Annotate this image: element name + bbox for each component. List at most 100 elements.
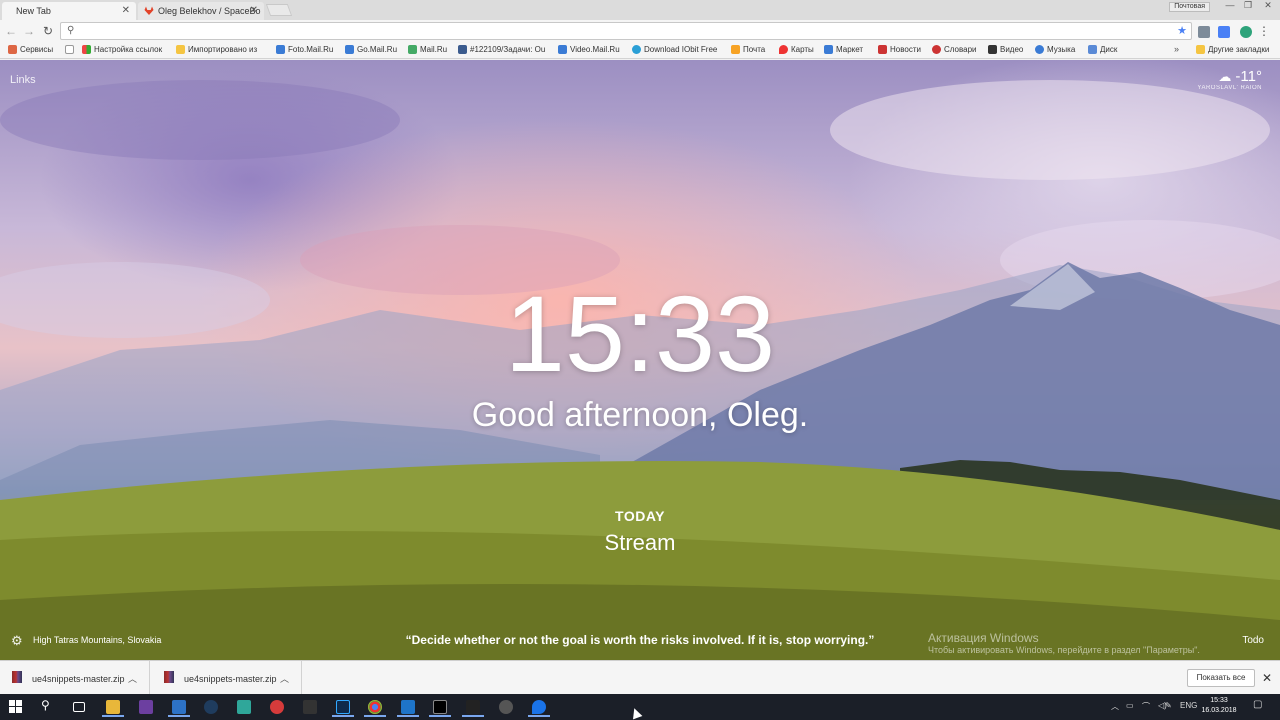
taskbar-app[interactable] [168, 697, 190, 717]
windows-activation-watermark: Активация Windows Чтобы активировать Win… [928, 631, 1200, 655]
unity-icon [499, 700, 513, 714]
close-icon[interactable]: ✕ [250, 5, 258, 16]
language-indicator[interactable]: ENG [1180, 701, 1197, 710]
taskbar-photoshop[interactable] [332, 697, 354, 717]
restore-icon[interactable]: ❐ [1240, 0, 1256, 11]
momentum-icon[interactable] [1240, 26, 1252, 38]
bookmark-item[interactable]: Музыка [1035, 45, 1075, 54]
close-icon[interactable]: ✕ [122, 5, 130, 16]
translate-icon[interactable] [1218, 26, 1230, 38]
tab-title: Oleg Belekhov / SpaceBo [158, 6, 261, 16]
bookmark-item[interactable]: Mail.Ru [408, 45, 447, 54]
gear-icon[interactable]: ⚙ [11, 633, 23, 649]
weather-temp: -11° [1235, 68, 1262, 85]
notifications-icon[interactable]: ▢ [1253, 699, 1262, 710]
bookmark-item[interactable]: Сервисы [8, 45, 53, 54]
links-button[interactable]: Links [10, 74, 36, 86]
taskbar-explorer[interactable] [102, 697, 124, 717]
vscode-icon [401, 700, 415, 714]
toolbar: ← → ↻ ⚲ ★ [0, 20, 1280, 42]
menu-icon[interactable]: ⋮ [1258, 24, 1270, 38]
task-view-button[interactable] [69, 697, 91, 717]
new-tab-button[interactable] [265, 4, 293, 16]
photoshop-icon [336, 700, 350, 714]
taskbar-epic-games[interactable] [299, 697, 321, 717]
tab-spacebo[interactable]: Oleg Belekhov / SpaceBo ✕ [138, 2, 264, 20]
taskbar-clock[interactable]: 15:33 16.03.2018 [1198, 696, 1240, 716]
bookmark-item[interactable]: Настройка ссылок [82, 45, 162, 54]
pen-icon[interactable]: ✎ [1165, 701, 1172, 710]
gitlab-icon [144, 6, 154, 16]
bookmark-item[interactable]: Маркет [824, 45, 863, 54]
focus-item[interactable]: Stream [0, 530, 1280, 556]
reload-icon[interactable]: ↻ [41, 24, 55, 38]
address-input[interactable] [83, 24, 1163, 38]
search-button[interactable]: ⚲ [37, 697, 59, 717]
weather-widget[interactable]: ☁ -11° YAROSLAVL' RAION [1197, 68, 1262, 91]
taskbar-chrome[interactable] [364, 697, 386, 717]
tab-new-tab[interactable]: New Tab ✕ [2, 2, 136, 20]
minimize-icon[interactable]: — [1222, 0, 1238, 10]
profile-button[interactable]: Почтовая [1169, 2, 1210, 12]
today-label: TODAY [615, 508, 665, 524]
epic-games-icon [466, 700, 480, 714]
download-item[interactable]: ue4snippets-master.zip ︿ [0, 661, 150, 695]
bookmark-item[interactable]: Видео [988, 45, 1023, 54]
bookmark-item[interactable]: Карты [779, 45, 814, 54]
taskbar-app[interactable] [233, 697, 255, 717]
taskbar-time: 15:33 [1210, 697, 1228, 704]
bookmark-item[interactable]: Go.Mail.Ru [345, 45, 397, 54]
greeting: Good afternoon, Oleg. [471, 396, 809, 434]
photo-location[interactable]: High Tatras Mountains, Slovakia [33, 635, 161, 645]
momentum-dashboard: Links ☁ -11° YAROSLAVL' RAION 15:33 Good … [0, 60, 1280, 660]
start-button[interactable] [5, 697, 27, 717]
bookmark-item[interactable]: Почта [731, 45, 765, 54]
forward-icon[interactable]: → [22, 24, 36, 38]
taskbar-app[interactable] [266, 697, 288, 717]
taskbar-date: 16.03.2018 [1201, 707, 1237, 714]
app-icon [237, 700, 251, 714]
other-bookmarks[interactable]: Другие закладки [1196, 45, 1269, 54]
show-all-downloads-button[interactable]: Показать все [1187, 669, 1255, 687]
download-item[interactable]: ue4snippets-master.zip ︿ [152, 661, 302, 695]
back-icon[interactable]: ← [4, 24, 18, 38]
taskbar-terminal[interactable] [429, 697, 451, 717]
taskbar-maps[interactable] [528, 697, 550, 717]
taskbar-steam[interactable] [200, 697, 222, 717]
todo-button[interactable]: Todo [1242, 635, 1264, 646]
taskbar-vscode[interactable] [397, 697, 419, 717]
tab-strip: New Tab ✕ Oleg Belekhov / SpaceBo ✕ Почт… [0, 0, 1280, 20]
bookmark-item[interactable]: Foto.Mail.Ru [276, 45, 333, 54]
bookmark-item[interactable]: Импортировано из [176, 45, 257, 54]
archive-icon [164, 671, 174, 683]
chevron-up-icon[interactable]: ︿ [280, 672, 289, 685]
bookmark-star-icon[interactable]: ★ [1177, 24, 1187, 37]
bookmark-item[interactable]: Словари [932, 45, 977, 54]
app-icon [172, 700, 186, 714]
more-bookmarks-icon[interactable]: » [1174, 44, 1179, 54]
windows-icon [9, 700, 22, 713]
bookmark-item[interactable]: Диск [1088, 45, 1117, 54]
extension-icon[interactable] [1198, 26, 1210, 38]
bookmark-item[interactable]: Новости [878, 45, 921, 54]
taskbar-epic-launcher[interactable] [462, 697, 484, 717]
network-icon[interactable]: ▭ [1126, 701, 1134, 710]
bookmark-item[interactable]: Download IObit Free [632, 45, 717, 54]
chevron-up-icon[interactable]: ︿ [128, 672, 137, 685]
bookmark-item[interactable]: #122109/Задачи: Ou [458, 45, 545, 54]
taskbar-visual-studio[interactable] [135, 697, 157, 717]
search-icon: ⚲ [67, 25, 75, 36]
downloads-bar: ue4snippets-master.zip ︿ ue4snippets-mas… [0, 660, 1280, 695]
wifi-icon[interactable]: ⌒ [1142, 701, 1150, 712]
tab-title: New Tab [16, 6, 51, 16]
tray-expand-icon[interactable]: ︿ [1111, 701, 1119, 712]
close-window-icon[interactable]: ✕ [1260, 0, 1276, 11]
bookmark-item[interactable]: Video.Mail.Ru [558, 45, 620, 54]
taskbar-unity[interactable] [495, 697, 517, 717]
terminal-icon [433, 700, 447, 714]
download-filename: ue4snippets-master.zip [184, 674, 277, 684]
close-icon[interactable]: ✕ [1262, 671, 1272, 685]
address-bar[interactable]: ⚲ ★ [60, 22, 1192, 40]
app-icon [270, 700, 284, 714]
map-pin-icon [532, 700, 546, 714]
